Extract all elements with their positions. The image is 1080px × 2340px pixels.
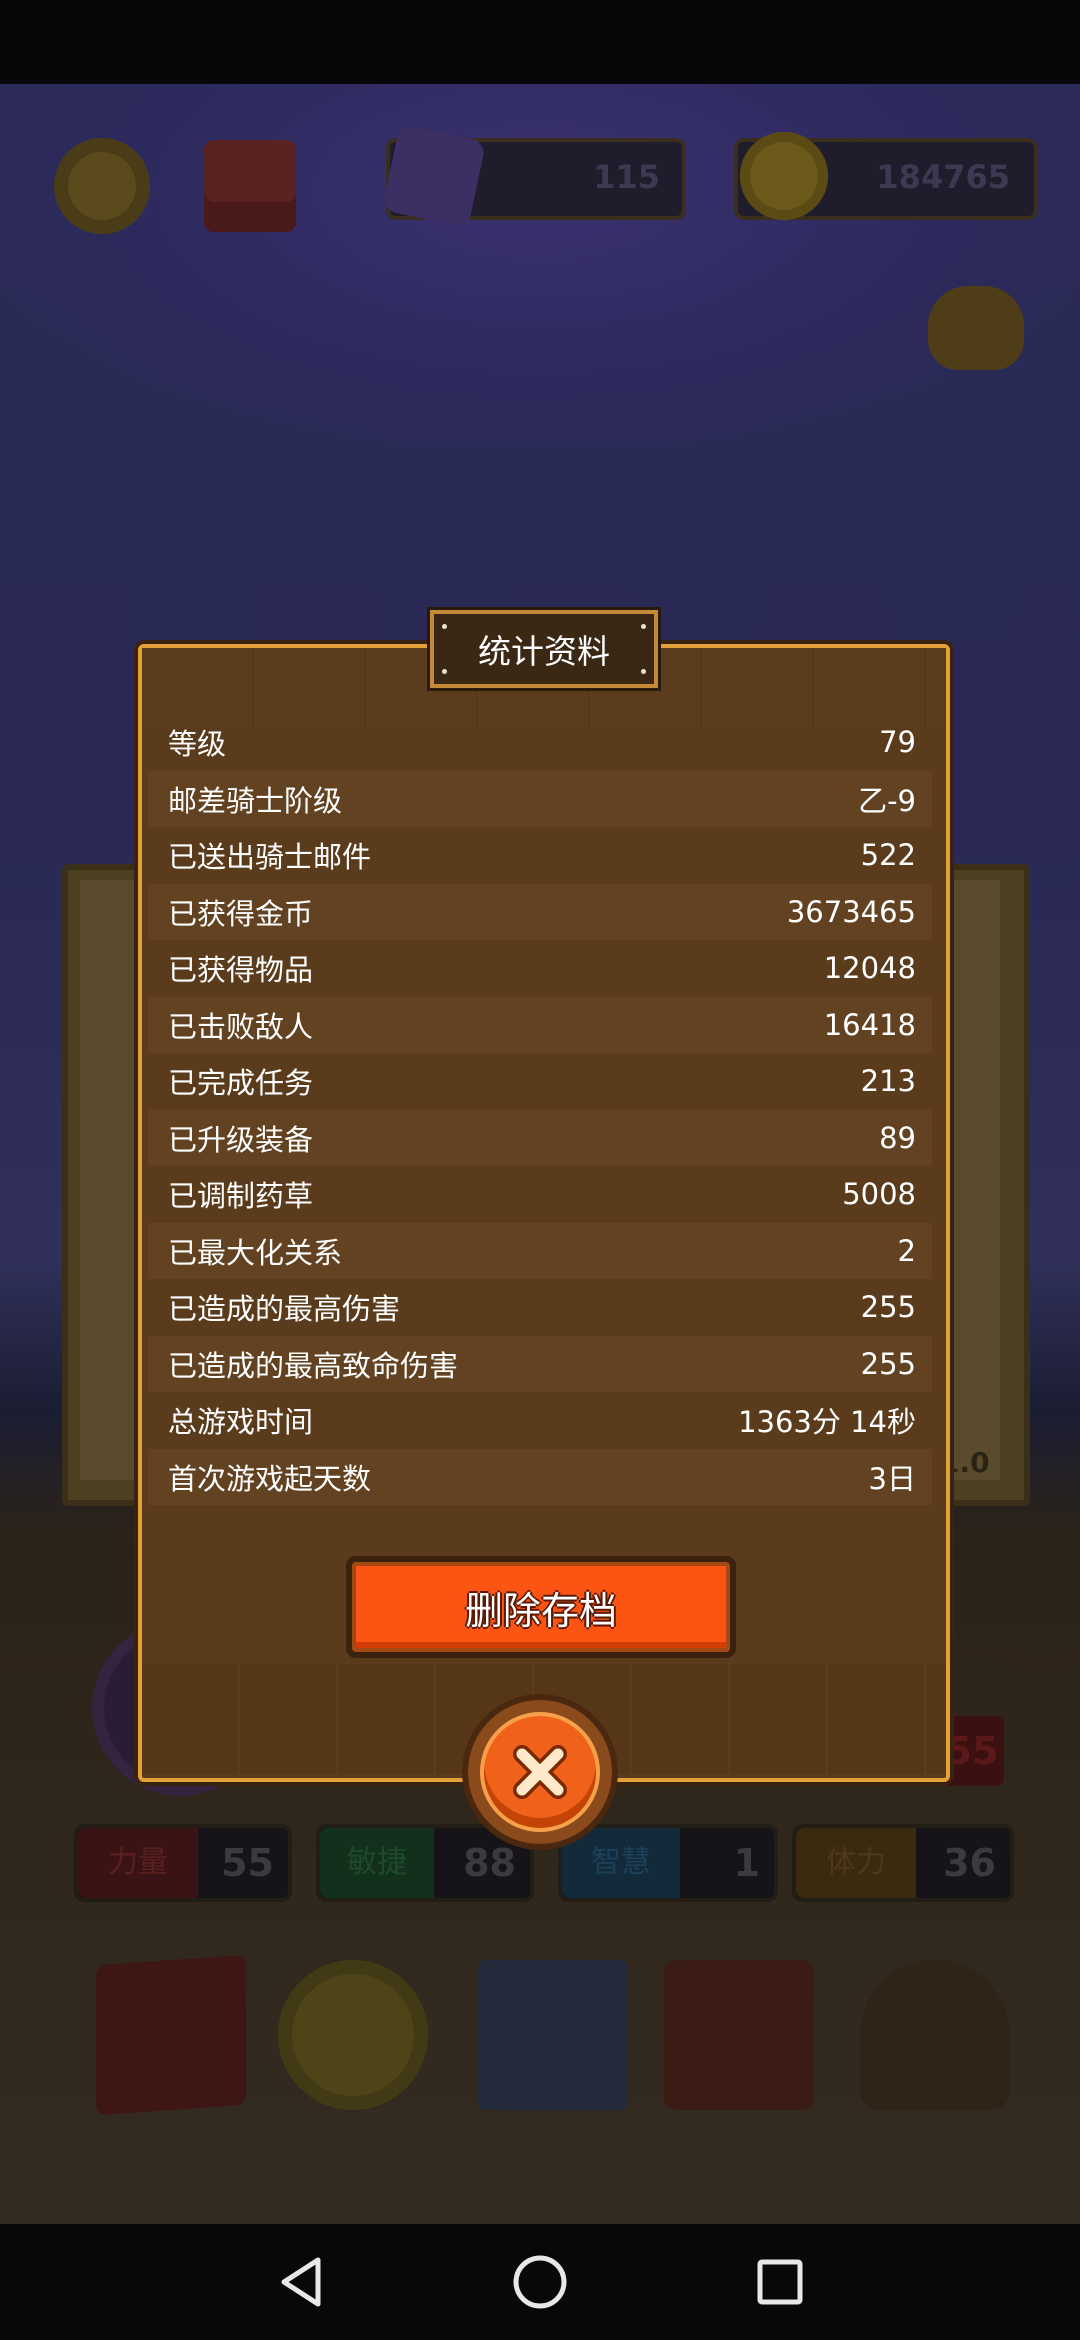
stat-agility: 敏捷 88 — [316, 1824, 534, 1902]
home-circle-icon — [513, 2255, 567, 2309]
stat-row-value: 255 — [860, 1347, 916, 1381]
stat-row: 首次游戏起天数 3日 — [148, 1449, 932, 1505]
settings-gear-icon — [54, 138, 150, 234]
stat-row-value: 89 — [879, 1121, 916, 1155]
stat-label: 智慧 — [562, 1828, 680, 1898]
stat-row-value: 213 — [860, 1064, 916, 1098]
close-button[interactable] — [468, 1700, 612, 1844]
stat-row: 已最大化关系 2 — [148, 1223, 932, 1279]
stat-row-value: 3日 — [868, 1462, 916, 1496]
stat-row-label: 已获得金币 — [168, 897, 314, 931]
stat-row-label: 已调制药草 — [168, 1179, 314, 1213]
stat-row: 总游戏时间 1363分 14秒 — [148, 1392, 932, 1448]
stat-stamina: 体力 36 — [792, 1824, 1014, 1902]
stat-row: 等级 79 — [148, 714, 932, 770]
treasure-bag-icon — [860, 1960, 1010, 2110]
stat-row: 邮差骑士阶级 乙-9 — [148, 771, 932, 827]
status-bar — [0, 0, 1080, 84]
stat-value: 1 — [733, 1841, 760, 1885]
back-triangle-icon — [281, 2257, 321, 2307]
dialog-title: 统计资料 — [478, 632, 610, 671]
stat-row-value: 255 — [860, 1290, 916, 1324]
gift-box-icon — [204, 140, 296, 232]
stat-row-label: 已造成的最高致命伤害 — [168, 1349, 459, 1383]
stat-row-label: 总游戏时间 — [168, 1405, 314, 1439]
stat-row-value: 16418 — [823, 1008, 916, 1042]
stat-row: 已造成的最高致命伤害 255 — [148, 1336, 932, 1392]
stat-row-label: 等级 — [168, 727, 227, 761]
stat-row-label: 已击败敌人 — [168, 1010, 314, 1044]
gem-icon — [381, 123, 487, 229]
equipment-chest-icon — [664, 1960, 814, 2110]
delete-save-label: 删除存档 — [464, 1588, 617, 1633]
stat-row-label: 已升级装备 — [168, 1123, 314, 1157]
stat-row: 已获得物品 12048 — [148, 940, 932, 996]
stat-row-value: 3673465 — [786, 895, 916, 929]
stat-row-value: 79 — [879, 725, 916, 759]
stat-row: 已完成任务 213 — [148, 1053, 932, 1109]
stat-row-label: 邮差骑士阶级 — [168, 784, 343, 818]
stat-row-label: 已最大化关系 — [168, 1236, 343, 1270]
stat-row-value: 1363分 14秒 — [738, 1405, 916, 1439]
stat-value: 88 — [463, 1841, 516, 1885]
stat-row-value: 乙-9 — [858, 784, 916, 818]
stat-value: 36 — [943, 1841, 996, 1885]
stat-row-label: 已送出骑士邮件 — [168, 840, 372, 874]
stat-row-value: 2 — [897, 1234, 916, 1268]
stat-row-value: 522 — [860, 838, 916, 872]
stat-label: 体力 — [796, 1828, 916, 1898]
stat-value: 55 — [221, 1841, 274, 1885]
stat-label: 敏捷 — [320, 1828, 434, 1898]
delete-save-button[interactable]: 删除存档 — [352, 1562, 730, 1652]
stat-row: 已击败敌人 16418 — [148, 997, 932, 1053]
star-coin-icon — [278, 1960, 428, 2110]
stat-row: 已造成的最高伤害 255 — [148, 1279, 932, 1335]
stat-row-value: 5008 — [842, 1177, 916, 1211]
pouch-icon — [928, 286, 1024, 370]
stat-row: 已获得金币 3673465 — [148, 884, 932, 940]
stat-row-value: 12048 — [823, 951, 916, 985]
stat-row-label: 首次游戏起天数 — [168, 1462, 372, 1496]
coin-count: 184765 — [876, 158, 1010, 196]
book-icon — [96, 1954, 246, 2116]
stat-row: 已调制药草 5008 — [148, 1166, 932, 1222]
close-icon — [484, 1716, 596, 1828]
cards-icon — [478, 1960, 628, 2110]
stat-row-label: 已完成任务 — [168, 1066, 314, 1100]
stat-row: 已升级装备 89 — [148, 1110, 932, 1166]
stat-intelligence: 智慧 1 — [558, 1824, 778, 1902]
stat-row-label: 已造成的最高伤害 — [168, 1292, 401, 1326]
recents-square-icon — [757, 2259, 803, 2305]
stat-label: 力量 — [78, 1828, 198, 1898]
home-button[interactable] — [508, 2250, 572, 2314]
coin-icon — [740, 132, 828, 220]
stat-row-label: 已获得物品 — [168, 953, 314, 987]
back-button[interactable] — [270, 2250, 334, 2314]
dialog-title-plate: 统计资料 — [430, 610, 658, 688]
recents-button[interactable] — [748, 2250, 812, 2314]
gem-count: 115 — [593, 158, 660, 196]
stat-row: 已送出骑士邮件 522 — [148, 827, 932, 883]
stat-strength: 力量 55 — [74, 1824, 292, 1902]
